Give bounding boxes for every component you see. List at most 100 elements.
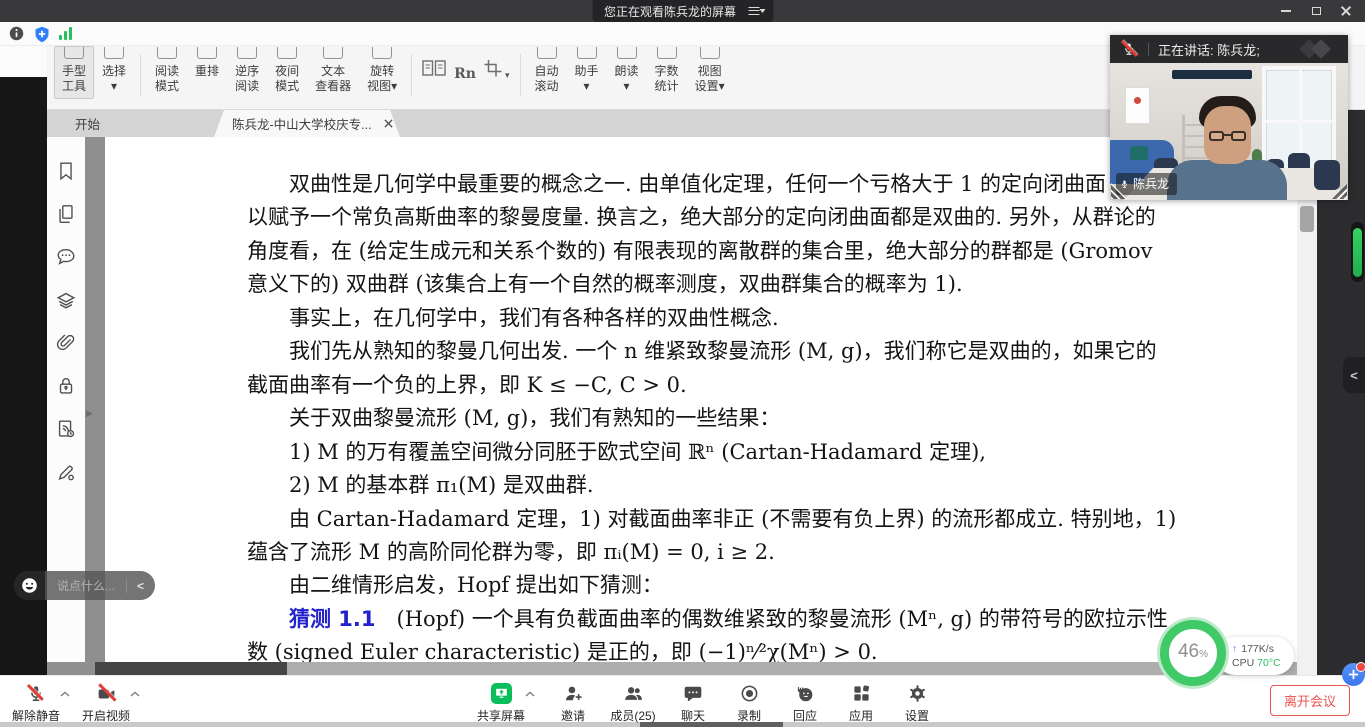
toolbar-separator [140,54,141,96]
mic-muted-icon [1122,41,1137,57]
doc-line: 由二维情形启发，Hopf 提出如下猜测： [247,569,1297,602]
doc-line: 我们先从熟知的黎曼几何出发. 一个 n 维紧致黎曼流形 (M, g)，我们称它是… [247,335,1297,368]
doc-line: 2) M 的基本群 π₁(M) 是双曲群. [247,469,1297,502]
tool-read-mode[interactable]: 阅读 模式 [147,46,187,99]
panel-collapse-handle[interactable]: < [1343,357,1365,393]
start-video-button[interactable]: 开启视频 [78,679,134,724]
attachment-icon[interactable] [55,332,77,354]
reverse-read-icon [237,47,257,59]
maximize-button[interactable] [1301,0,1331,22]
network-speed: ↑177K/s [1232,642,1281,656]
tool-word-count[interactable]: 字数 统计 [647,46,687,99]
tool-crop[interactable]: ▾ [484,46,510,82]
vertical-scrollbar[interactable] [1297,137,1317,675]
video-feed: 陈兵龙 [1110,63,1348,200]
invite-button[interactable]: 邀请 [545,679,601,724]
doc-line: 数 (signed Euler characteristic) 是正的，即 (−… [247,636,1297,662]
tool-hand[interactable]: 手型 工具 [54,46,94,99]
speaker-name-tag: 陈兵龙 [1116,173,1177,195]
shield-plus-badge-icon[interactable] [1342,663,1365,686]
signal-bars-icon[interactable] [59,26,74,40]
tab-document[interactable]: 陈兵龙-中山大学校庆专... [214,110,400,137]
toolbar-separator [520,54,521,96]
signature-icon[interactable] [55,461,77,483]
quick-chat-bubble[interactable]: 说点什么... < [14,571,155,600]
emoji-icon[interactable] [14,571,45,600]
scene-tv [1172,70,1252,79]
banner-menu-icon[interactable] [748,7,761,16]
tab-close-icon[interactable] [384,119,393,128]
chat-divider [126,579,127,593]
viewing-banner: 您正在观看陈兵龙的屏幕 [592,0,773,22]
chat-collapse-icon[interactable]: < [137,579,144,593]
toolbar-separator [411,54,412,96]
panel-expand-icon[interactable]: ▶ [86,408,93,419]
green-indicator-bar [1351,222,1364,282]
minimize-button[interactable] [1271,0,1301,22]
gear-icon [908,683,927,704]
lock-icon[interactable] [55,375,77,397]
members-button[interactable]: 成员(25) [601,679,665,724]
speaker-video-panel[interactable]: 正在讲话: 陈兵龙; 陈兵龙 [1110,35,1348,200]
reactions-button[interactable]: 回应 [777,679,833,724]
text-viewer-icon [323,47,343,59]
tool-reflow[interactable]: 重排 [187,46,227,99]
apps-button[interactable]: 应用 [833,679,889,724]
record-icon [740,683,759,704]
video-options-chevron[interactable] [130,691,140,697]
unmute-options-chevron[interactable] [60,691,70,697]
conjecture-label: 猜测 1.1 [289,607,376,631]
doc-line: 截面曲率有一个负的上界，即 K ≤ −C, C > 0. [247,369,1297,402]
scrollbar-thumb[interactable] [1300,206,1314,232]
record-button[interactable]: 录制 [721,679,777,724]
cpu-usage-gauge[interactable]: 46% [1160,620,1226,686]
tool-rotate-view[interactable]: 旋转 视图▾ [359,46,405,99]
doc-line: 由 Cartan-Hadamard 定理，1) 对截面曲率非正 (不需要有负上界… [247,503,1297,536]
remote-view-titlebar: 您正在观看陈兵龙的屏幕 [0,0,1365,22]
share-screen-button[interactable]: 共享屏幕 [473,679,529,724]
night-mode-icon [277,47,297,59]
tab-start[interactable]: 开始 [57,110,214,137]
tool-assistant[interactable]: 助手 ▾ [567,46,607,99]
doc-line-conjecture: 猜测 1.1(Hopf) 一个具有负截面曲率的偶数维紧致的黎曼流形 (Mⁿ, g… [247,603,1297,636]
chat-button[interactable]: 聊天 [665,679,721,724]
tool-font-info[interactable]: Rn [454,46,476,82]
tool-read-aloud[interactable]: 朗读 ▾ [607,46,647,99]
mic-muted-icon [27,683,45,704]
scene-picture-frame [1125,87,1150,124]
unmute-button[interactable]: 解除静音 [8,679,64,724]
crop-icon [484,60,502,82]
tool-text-viewer[interactable]: 文本 查看器 [307,46,359,99]
close-button[interactable] [1331,0,1361,22]
tool-night-mode[interactable]: 夜间 模式 [267,46,307,99]
layers-icon[interactable] [55,289,77,311]
doc-line: 蕴含了流形 M 的高阶同伦群为零，即 πᵢ(M) = 0, i ≥ 2. [247,536,1297,569]
tool-auto-scroll[interactable]: 自动 滚动 [527,46,567,99]
chat-input-placeholder[interactable]: 说点什么... [57,577,115,594]
settings-button[interactable]: 设置 [889,679,945,724]
pages-icon[interactable] [55,203,77,225]
performance-widget[interactable]: ↑177K/s CPU70°C 46% [1158,618,1310,692]
bookmark-icon[interactable] [55,160,77,182]
read-mode-icon [157,47,177,59]
shield-plus-icon[interactable] [34,26,50,48]
tool-facing-pages[interactable] [422,46,446,81]
rotate-view-icon [372,47,392,59]
tool-select[interactable]: 选择 ▾ [94,46,134,99]
chat-icon [683,683,703,704]
cpu-temp: CPU70°C [1232,656,1281,670]
share-options-chevron[interactable] [525,691,535,697]
tool-view-settings[interactable]: 视图 设置▾ [687,46,733,99]
document-page: 双曲性是几何学中最重要的概念之一. 由单值化定理，任何一个亏格大于 1 的定向闭… [105,137,1297,662]
info-icon[interactable] [9,26,24,46]
upload-arrow-icon: ↑ [1232,643,1237,655]
comment-icon[interactable] [55,246,77,268]
shared-review-icon[interactable] [55,418,77,440]
tool-reverse-read[interactable]: 逆序 阅读 [227,46,267,99]
share-screen-icon [491,683,512,704]
camera-muted-icon [96,683,117,704]
doc-line: 关于双曲黎曼流形 (M, g)，我们有熟知的一些结果： [247,402,1297,435]
invite-icon [563,683,584,704]
speaker-body [1167,160,1287,200]
doc-line: 角度看，在 (给定生成元和关系个数的) 有限表现的离散群的集合里，绝大部分的群都… [247,235,1297,268]
